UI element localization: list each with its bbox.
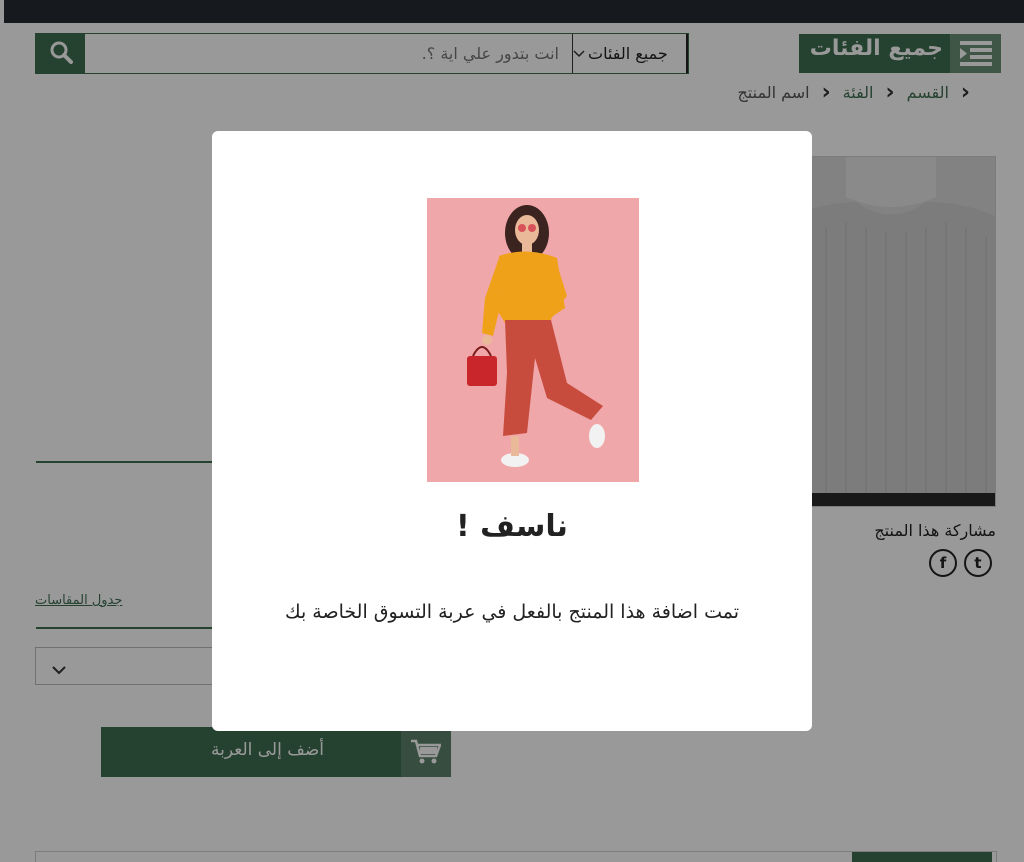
modal-title: ناسف ! bbox=[456, 509, 568, 544]
modal-message: تمت اضافة هذا المنتج بالفعل في عربة التس… bbox=[284, 601, 740, 623]
modal-photo bbox=[427, 198, 639, 482]
alert-modal: ناسف ! تمت اضافة هذا المنتج بالفعل في عر… bbox=[212, 131, 812, 731]
